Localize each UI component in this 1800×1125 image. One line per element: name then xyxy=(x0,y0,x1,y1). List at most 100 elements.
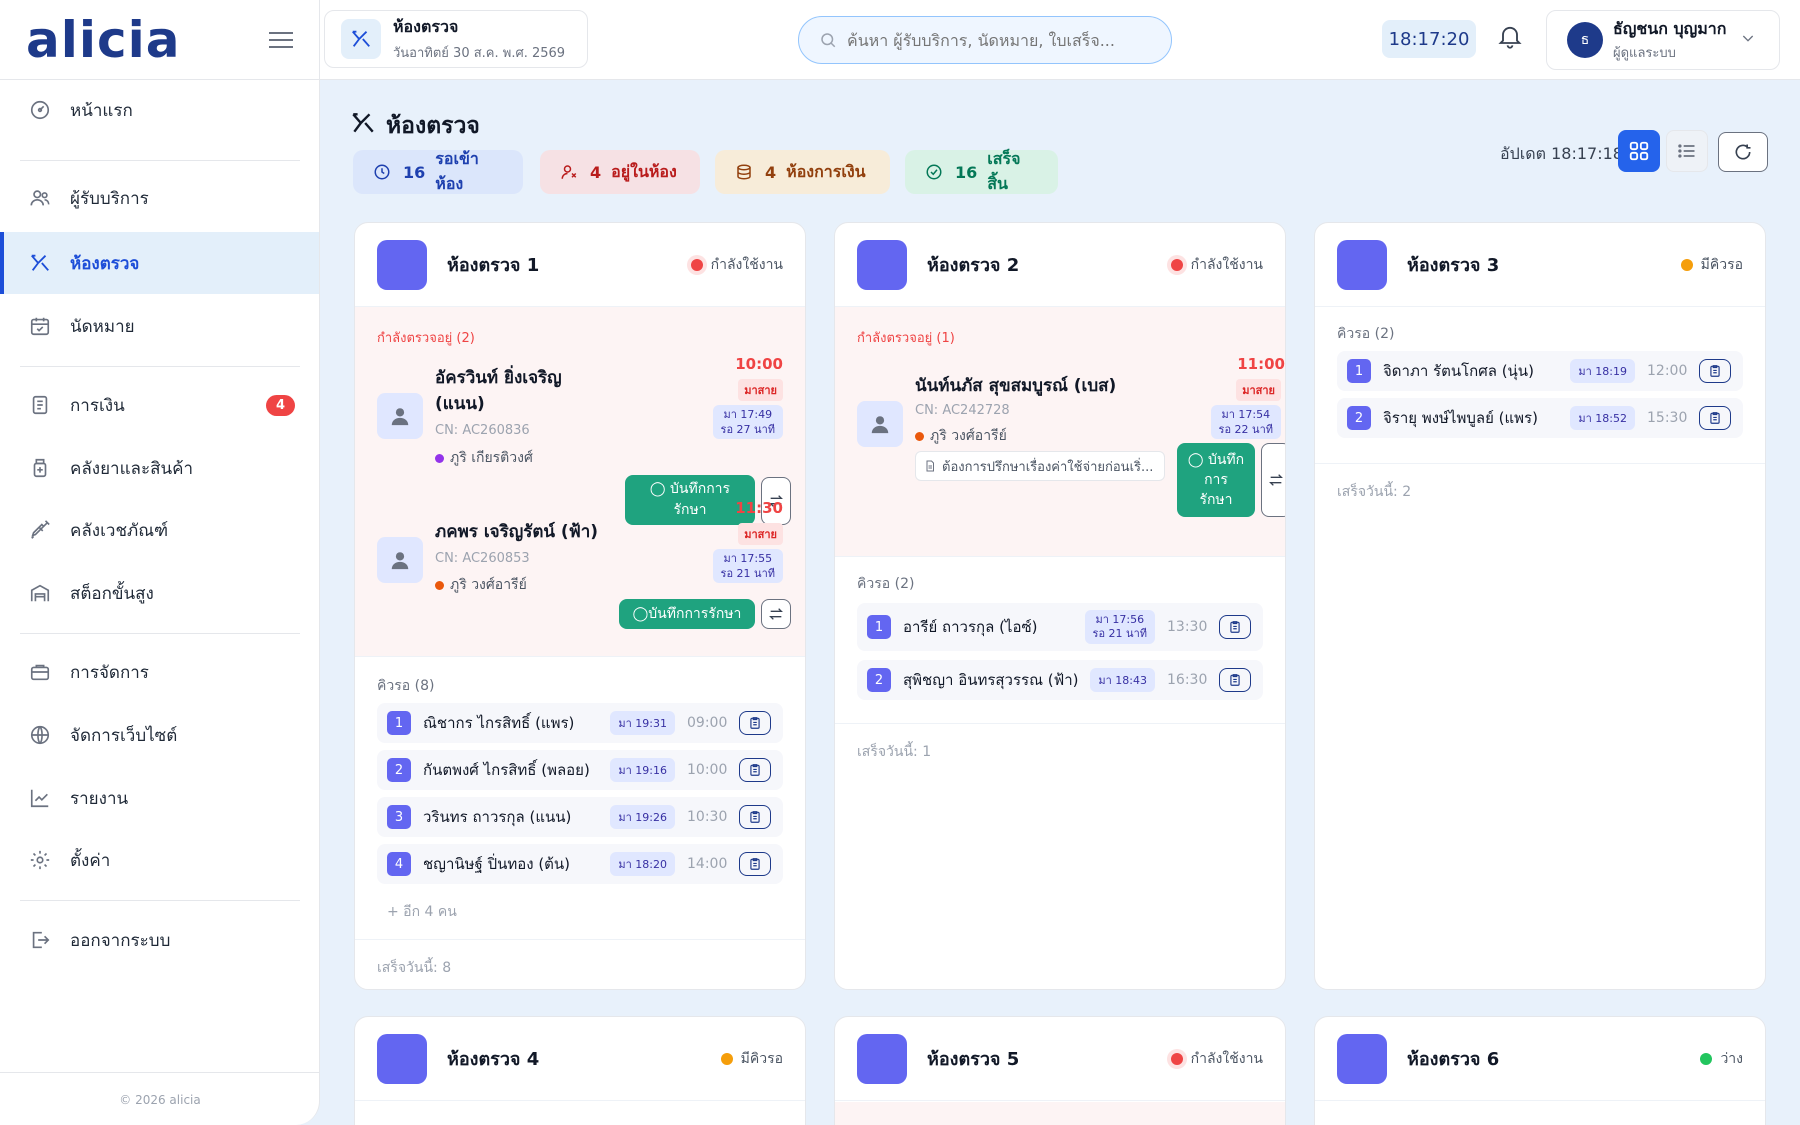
queue-row[interactable]: 4 ชญานิษฐ์ ปิ่นทอง (ต้น) มา 18:20 14:00 xyxy=(377,844,783,884)
sidebar-item-reports[interactable]: รายงาน xyxy=(0,768,319,828)
late-badge: มาสาย xyxy=(1236,379,1281,401)
logo-row: alicia xyxy=(0,0,319,80)
arrival-badge: มา 19:16 xyxy=(610,758,675,782)
document-icon xyxy=(924,460,936,472)
sidebar-item-finance[interactable]: การเงิน 4 xyxy=(0,375,319,435)
record-treatment-button[interactable]: ◯ บันทึกการรักษา xyxy=(1177,443,1255,517)
queue-row[interactable]: 2 สุพิชญา อินทรสุวรรณ (ฟ้า) มา 18:43 16:30 xyxy=(857,660,1263,700)
queue-row[interactable]: 2 กันตพงศ์ ไกรสิทธิ์ (พลอย) มา 19:16 10:00 xyxy=(377,750,783,790)
active-patient[interactable]: นันท์นภัส สุขสมบูรณ์ (เบส) CN: AC242728 … xyxy=(857,355,1285,543)
sidebar-item-advanced-stock[interactable]: สต็อกขั้นสูง xyxy=(0,563,319,623)
search-input[interactable] xyxy=(847,30,1147,50)
room-header: ห้องตรวจ 1 กำลังใช้งาน xyxy=(355,223,805,307)
clipboard-icon[interactable] xyxy=(739,711,771,735)
active-section xyxy=(835,1102,1285,1125)
stat-waiting[interactable]: 16 รอเข้าห้อง xyxy=(353,149,523,194)
sidebar-item-pharmacy[interactable]: คลังยาและสินค้า xyxy=(0,438,319,498)
done-today: เสร็จวันนี้: 2 xyxy=(1337,484,1412,500)
room-icon xyxy=(857,1033,907,1084)
wait-time: รอ 27 นาที xyxy=(720,423,775,436)
app-logo[interactable]: alicia xyxy=(26,11,181,69)
clipboard-icon[interactable] xyxy=(739,852,771,876)
record-treatment-button[interactable]: ◯ บันทึกการรักษา xyxy=(619,599,755,629)
patient-doctor: ภูริ วงศ์อารีย์ xyxy=(435,574,527,596)
transfer-button[interactable] xyxy=(761,599,791,629)
chevron-down-icon xyxy=(1740,30,1756,50)
sidebar-item-supplies[interactable]: คลังเวชภัณฑ์ xyxy=(0,500,319,560)
active-patient[interactable]: ภคพร เจริญรัตน์ (ฟ้า) CN: AC260853 ภูริ … xyxy=(377,499,805,647)
button-label: บันทึกการรักษา xyxy=(648,605,742,622)
sidebar: alicia หน้าแรก ผู้รับบริการ ห้องตรวจ นัด… xyxy=(0,0,320,1125)
sidebar-item-management[interactable]: การจัดการ xyxy=(0,642,319,702)
refresh-button[interactable] xyxy=(1718,132,1768,172)
room-icon xyxy=(1337,239,1387,290)
status-dot xyxy=(1700,1052,1713,1065)
gear-icon xyxy=(26,846,54,874)
user-menu[interactable]: ธ ธัญชนก บุญมาก ผู้ดูแลระบบ xyxy=(1546,10,1780,70)
doctor-dot xyxy=(435,453,444,463)
last-updated: อัปเดต 18:17:18 xyxy=(1500,144,1623,163)
queue-row[interactable]: 1 อารีย์ ถาวรกุล (ไอซ์) มา 17:56 รอ 21 นาที… xyxy=(857,603,1263,651)
patient-name: นันท์นภัส สุขสมบูรณ์ (เบส) xyxy=(915,376,1117,396)
clipboard-icon[interactable] xyxy=(739,805,771,829)
sidebar-item-website[interactable]: จัดการเว็บไซต์ xyxy=(0,705,319,765)
stat-count: 4 xyxy=(765,162,777,182)
clipboard-icon[interactable] xyxy=(1219,668,1251,692)
queue-row[interactable]: 1 จิดาภา รัตนโกศล (นุ่น) มา 18:19 12:00 xyxy=(1337,351,1743,391)
sidebar-item-appointments[interactable]: นัดหมาย xyxy=(0,296,319,356)
stat-count: 16 xyxy=(403,162,426,182)
stat-count: 4 xyxy=(590,162,602,182)
sidebar-item-home[interactable]: หน้าแรก xyxy=(0,80,319,140)
sidebar-item-clients[interactable]: ผู้รับบริการ xyxy=(0,168,319,228)
bell-icon[interactable] xyxy=(1496,22,1526,52)
active-patient[interactable]: อัครวินท์ ยิ่งเจริญ (แนน) CN: AC260836 ภ… xyxy=(377,355,805,525)
grid-view-button[interactable] xyxy=(1618,130,1660,172)
stethoscope-icon xyxy=(341,19,381,59)
arrival-badge: มา 17:49 รอ 27 นาที xyxy=(712,405,783,439)
more-queue-link[interactable]: + อีก 4 คน xyxy=(387,901,457,923)
clipboard-icon[interactable] xyxy=(739,758,771,782)
queue-row[interactable]: 2 จิรายุ พงษ์ไพบูลย์ (แพร) มา 18:52 15:30 xyxy=(1337,398,1743,438)
sidebar-item-exam-room[interactable]: ห้องตรวจ xyxy=(0,232,319,294)
arrival-badge: มา 18:20 xyxy=(610,852,675,876)
menu-toggle-icon[interactable] xyxy=(269,31,293,49)
clipboard-icon[interactable] xyxy=(1219,615,1251,639)
queue-name: วรินทร ถาวรกุล (แนน) xyxy=(423,808,572,826)
status-badge: กำลังใช้งาน xyxy=(690,254,783,276)
topbar: ห้องตรวจ วันอาทิตย์ 30 ส.ค. พ.ศ. 2569 18… xyxy=(320,0,1800,80)
button-label: รักษา xyxy=(1199,492,1233,508)
stat-done[interactable]: 16 เสร็จสิ้น xyxy=(905,149,1058,194)
patient-cn: CN: AC242728 xyxy=(915,403,1010,418)
late-badge: มาสาย xyxy=(738,379,783,401)
arrival-time: มา 17:56 xyxy=(1095,613,1145,626)
queue-row[interactable]: 3 วรินทร ถาวรกุล (แนน) มา 19:26 10:30 xyxy=(377,797,783,837)
arrival-time: มา 17:55 xyxy=(723,552,773,565)
patient-avatar xyxy=(377,393,423,439)
stat-in-room[interactable]: 4 อยู่ในห้อง xyxy=(540,150,700,194)
transfer-button[interactable] xyxy=(1261,443,1285,517)
global-search[interactable] xyxy=(798,16,1172,64)
clipboard-icon[interactable] xyxy=(1699,359,1731,383)
queue-label: คิวรอ (2) xyxy=(1337,326,1395,342)
status-text: กำลังใช้งาน xyxy=(1190,1050,1263,1067)
status-text: ว่าง xyxy=(1720,1050,1743,1067)
status-text: มีคิวรอ xyxy=(740,1050,783,1067)
sidebar-item-label: จัดการเว็บไซต์ xyxy=(70,725,178,746)
queue-row[interactable]: 1 ณิชากร ไกรสิทธิ์ (แพร) มา 19:31 09:00 xyxy=(377,703,783,743)
sidebar-item-label: ห้องตรวจ xyxy=(70,253,140,274)
appointment-time: 10:00 xyxy=(735,355,783,373)
active-label: กำลังตรวจอยู่ (1) xyxy=(857,331,955,346)
sidebar-item-settings[interactable]: ตั้งค่า xyxy=(0,830,319,890)
stat-finance[interactable]: 4 ห้องการเงิน xyxy=(715,150,890,194)
list-view-button[interactable] xyxy=(1666,130,1708,172)
clipboard-icon[interactable] xyxy=(1699,406,1731,430)
patient-doctor: ภูริ วงศ์อารีย์ xyxy=(915,425,1007,447)
room-header: ห้องตรวจ 5 กำลังใช้งาน xyxy=(835,1017,1285,1101)
queue-number: 3 xyxy=(387,805,411,829)
room-card: ห้องตรวจ 5 กำลังใช้งาน xyxy=(834,1016,1286,1125)
sidebar-item-label: สต็อกขั้นสูง xyxy=(70,583,154,604)
swap-icon xyxy=(768,606,784,622)
patient-cn: CN: AC260836 xyxy=(435,423,530,438)
sidebar-item-logout[interactable]: ออกจากระบบ xyxy=(0,910,319,970)
queue-name: จิดาภา รัตนโกศล (นุ่น) xyxy=(1383,362,1534,380)
